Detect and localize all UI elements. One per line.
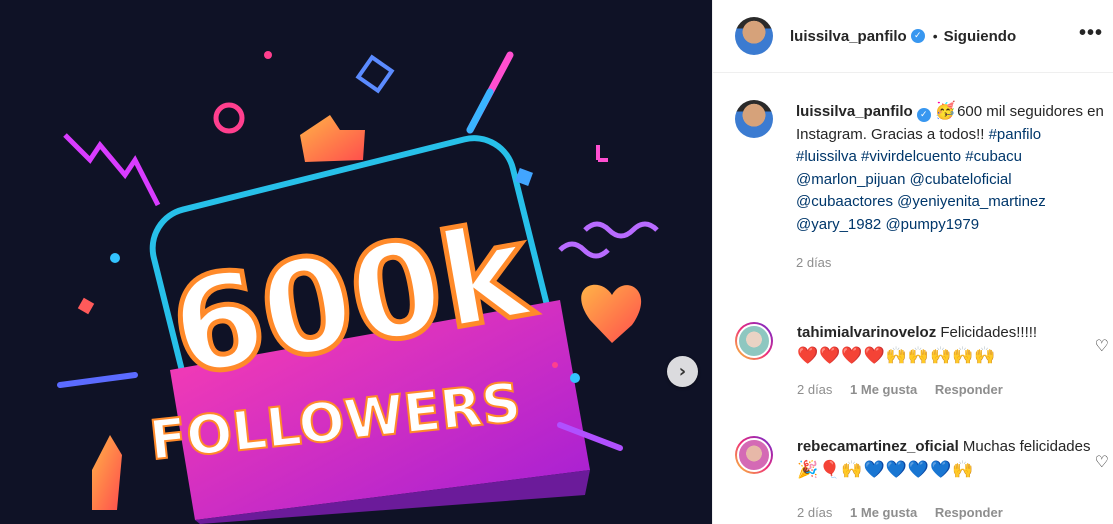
comment-time[interactable]: 2 días (797, 505, 832, 520)
author-avatar[interactable] (735, 17, 773, 55)
chevron-right-icon: › (678, 360, 687, 382)
post-image[interactable]: 600k FOLLOWERS › (0, 0, 712, 524)
more-options-icon[interactable]: ••• (1079, 22, 1103, 45)
hashtag-link[interactable]: #luissilva (796, 148, 857, 165)
followers-graphic: 600k FOLLOWERS (57, 51, 659, 524)
post-sidebar: luissilva_panfilo ✓ • Siguiendo ••• luis… (712, 0, 1113, 524)
hashtag-link[interactable]: #cubacu (965, 148, 1022, 165)
caption-time[interactable]: 2 días (796, 252, 1106, 275)
mention-link[interactable]: @yeniyenita_martinez (897, 193, 1046, 210)
commenter-avatar[interactable] (735, 436, 773, 474)
comment-emojis: 🎉🎈🙌💙💙💙💙🙌 (797, 459, 975, 480)
comment-likes[interactable]: 1 Me gusta (850, 505, 917, 520)
hashtag-link[interactable]: #vivirdelcuento (861, 148, 961, 165)
following-button[interactable]: Siguiendo (944, 28, 1017, 45)
caption-username[interactable]: luissilva_panfilo (796, 103, 913, 120)
caption-avatar[interactable] (735, 100, 773, 138)
comment-emojis: ❤️❤️❤️❤️🙌🙌🙌🙌🙌 (797, 345, 997, 366)
comment-text: Muchas felicidades (962, 438, 1091, 455)
comment-likes[interactable]: 1 Me gusta (850, 382, 917, 397)
comment-item: rebecamartinez_oficial Muchas felicidade… (735, 436, 1113, 524)
author-username[interactable]: luissilva_panfilo (790, 28, 907, 45)
next-image-button[interactable]: › (667, 356, 698, 387)
separator-dot: • (932, 28, 938, 44)
post-modal: 600k FOLLOWERS › luissilva_panfilo ✓ • S… (0, 0, 1113, 524)
commenter-username[interactable]: tahimialvarinoveloz (797, 324, 936, 341)
heart-outline-icon[interactable]: ♡ (1095, 336, 1109, 356)
commenter-username[interactable]: rebecamartinez_oficial (797, 438, 959, 455)
mention-link[interactable]: @cubateloficial (910, 171, 1012, 188)
caption: luissilva_panfilo ✓ 🥳600 mil seguidores e… (735, 100, 1106, 275)
verified-badge-icon: ✓ (910, 29, 925, 43)
post-header: luissilva_panfilo ✓ • Siguiendo ••• (713, 0, 1113, 73)
reply-button[interactable]: Responder (935, 382, 1003, 397)
party-face-emoji: 🥳 (934, 101, 958, 121)
hashtag-link[interactable]: #panfilo (989, 126, 1042, 143)
comment-time[interactable]: 2 días (797, 382, 832, 397)
comment-text: Felicidades!!!!! (940, 324, 1038, 341)
heart-outline-icon[interactable]: ♡ (1095, 452, 1109, 472)
mention-link[interactable]: @pumpy1979 (885, 216, 979, 233)
mention-link[interactable]: @marlon_pijuan (796, 171, 905, 188)
reply-button[interactable]: Responder (935, 505, 1003, 520)
verified-badge-icon: ✓ (916, 108, 931, 122)
commenter-avatar[interactable] (735, 322, 773, 360)
mention-link[interactable]: @cubaactores (796, 193, 893, 210)
comment-item: tahimialvarinoveloz Felicidades!!!!! ❤️❤… (735, 322, 1113, 402)
mention-link[interactable]: @yary_1982 (796, 216, 881, 233)
